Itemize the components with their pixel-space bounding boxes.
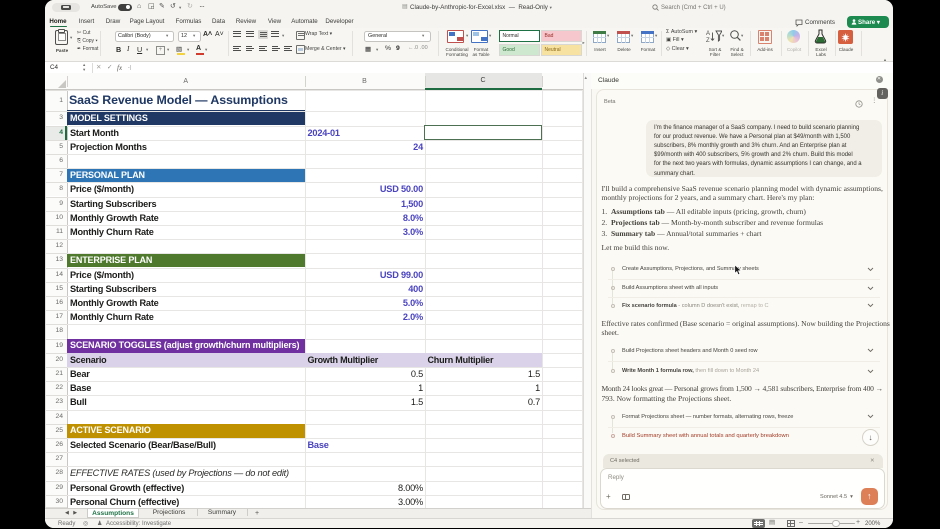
svg-text:Z: Z <box>706 38 710 43</box>
svg-text:A: A <box>706 31 710 37</box>
